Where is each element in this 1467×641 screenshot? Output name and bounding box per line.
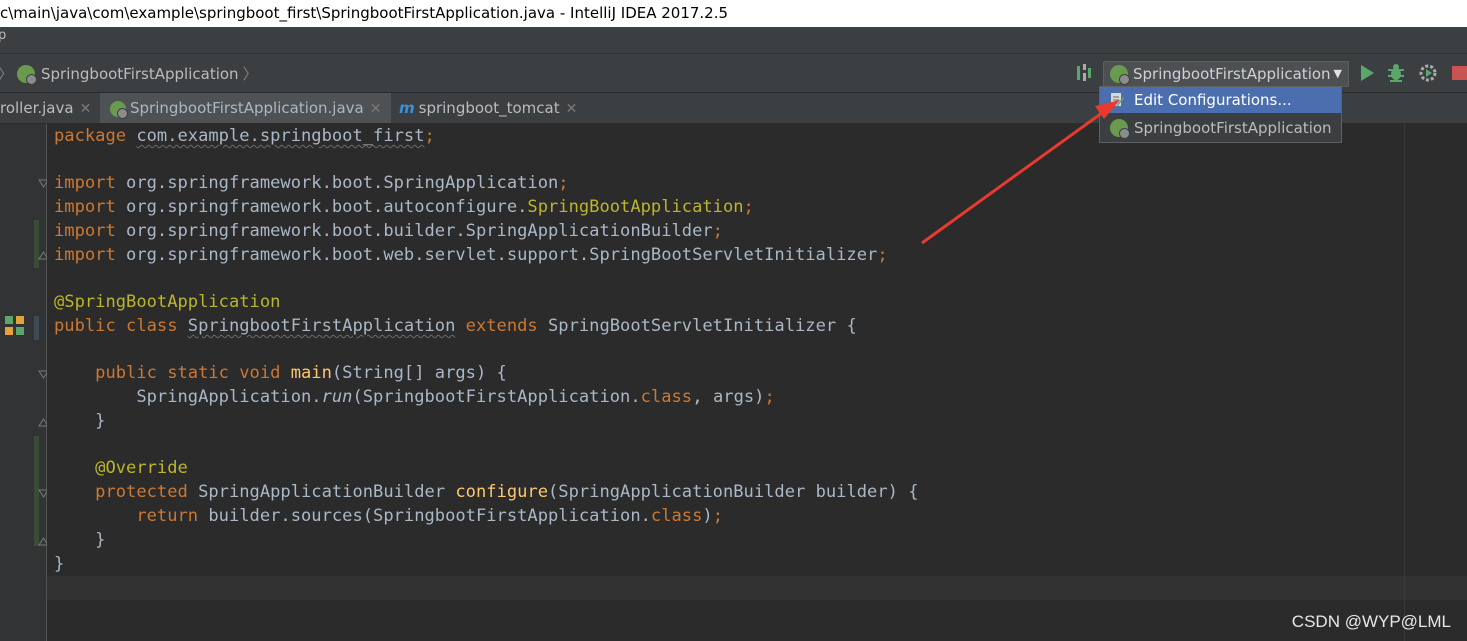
stop-icon[interactable]: [1450, 62, 1467, 84]
vcs-change-marker: [34, 316, 39, 340]
close-icon[interactable]: ✕: [80, 101, 92, 117]
code-content[interactable]: package com.example.springboot_first; im…: [54, 124, 919, 574]
chevron-right-icon: 〉: [242, 65, 258, 83]
coverage-icon[interactable]: [1418, 62, 1438, 84]
code-line-16: protected SpringApplicationBuilder confi…: [95, 482, 919, 502]
code-line-11: public static void main(String[] args) {: [95, 363, 507, 383]
window-title: c\main\java\com\example\springboot_first…: [0, 4, 729, 22]
spring-bean-gutter-icon[interactable]: [4, 315, 26, 337]
spring-boot-icon: [1110, 119, 1130, 139]
breadcrumb-item[interactable]: SpringbootFirstApplication: [41, 63, 239, 85]
right-margin-guide: [1404, 124, 1405, 641]
menu-item-springboot-first-application[interactable]: SpringbootFirstApplication: [1100, 115, 1341, 141]
code-line-15: @Override: [95, 458, 188, 478]
spring-boot-icon: [110, 100, 128, 119]
tab-label: SpringbootFirstApplication.java: [130, 99, 364, 117]
spring-boot-icon: [1110, 65, 1130, 85]
window-title-bar: c\main\java\com\example\springboot_first…: [0, 0, 1467, 27]
spring-boot-icon: [17, 65, 38, 85]
build-project-icon[interactable]: [1074, 62, 1094, 84]
chevron-left-icon: 〉: [0, 63, 13, 85]
menu-item-partial[interactable]: p: [0, 23, 6, 49]
code-line-1: package com.example.springboot_first;: [54, 126, 435, 146]
code-line-13: }: [95, 411, 106, 431]
tab-springboot-tomcat[interactable]: m springboot_tomcat ✕: [397, 93, 587, 123]
tab-springboot-first-application[interactable]: SpringbootFirstApplication.java ✕: [100, 93, 392, 123]
code-line-18: }: [95, 530, 106, 550]
code-line-19: }: [54, 554, 65, 574]
dropdown-arrow-icon: ▼: [1333, 67, 1342, 80]
code-line-12: SpringApplication.run(SpringbootFirstApp…: [136, 387, 775, 407]
breadcrumb: 〉 SpringbootFirstApplication 〉: [0, 63, 258, 85]
menu-item-label: Edit Configurations...: [1134, 91, 1292, 109]
maven-module-icon: m: [399, 99, 415, 117]
tab-label: springboot_tomcat: [418, 99, 560, 117]
menu-bar: p: [0, 27, 1467, 54]
editor-gutter: [0, 124, 49, 641]
watermark: CSDN @WYP@LML: [1291, 612, 1451, 631]
code-line-3: import org.springframework.boot.SpringAp…: [54, 173, 569, 193]
code-line-17: return builder.sources(SpringbootFirstAp…: [136, 506, 723, 526]
code-line-4: import org.springframework.boot.autoconf…: [54, 197, 754, 217]
code-line-6: import org.springframework.boot.web.serv…: [54, 245, 888, 265]
run-configuration-label: SpringbootFirstApplication: [1133, 65, 1331, 83]
close-icon[interactable]: ✕: [566, 101, 578, 117]
debug-icon[interactable]: [1386, 62, 1406, 84]
edit-config-icon: [1111, 93, 1124, 107]
code-line-9: public class SpringbootFirstApplication …: [54, 316, 857, 336]
tab-label: roller.java: [0, 99, 74, 117]
menu-item-label: SpringbootFirstApplication: [1134, 119, 1332, 137]
run-configuration-select[interactable]: SpringbootFirstApplication ▼: [1103, 61, 1349, 87]
close-icon[interactable]: ✕: [370, 101, 382, 117]
caret-row-highlight: [47, 576, 1467, 600]
run-icon[interactable]: [1357, 62, 1377, 84]
menu-item-edit-configurations[interactable]: Edit Configurations...: [1100, 87, 1341, 113]
run-configuration-menu: Edit Configurations... SpringbootFirstAp…: [1099, 86, 1342, 143]
tab-controller[interactable]: roller.java ✕: [0, 93, 101, 123]
code-line-5: import org.springframework.boot.builder.…: [54, 221, 723, 241]
code-line-8: @SpringBootApplication: [54, 292, 281, 312]
